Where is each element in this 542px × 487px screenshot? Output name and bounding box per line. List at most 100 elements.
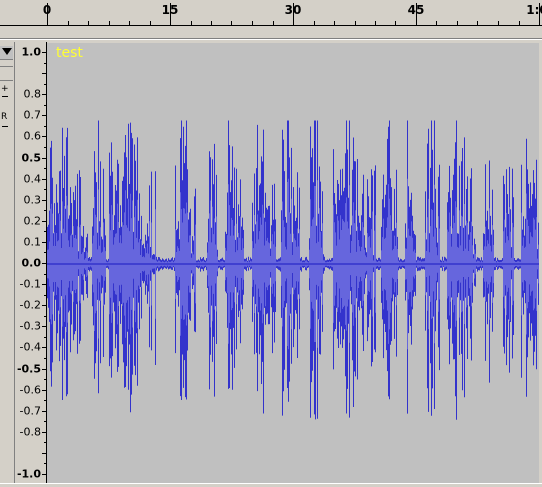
amplitude-tick [42,263,46,264]
amplitude-label: 0.7 [23,108,42,122]
ruler-tick [150,21,151,25]
ruler-tick [273,21,274,25]
ruler-tick [88,21,89,25]
amplitude-tick [42,179,46,180]
amplitude-tick [42,453,46,454]
amplitude-label: -1.0 [16,467,41,481]
ruler-label-30: 30 [284,3,302,17]
ruler-tick [211,21,212,25]
amplitude-label: 0.3 [23,193,42,207]
amplitude-tick [42,390,46,391]
amplitude-tick [42,474,46,475]
amplitude-tick [42,347,46,348]
amplitude-tick [44,421,46,422]
amplitude-tick [42,411,46,412]
amplitude-tick [44,274,46,275]
ruler-tick [436,21,437,25]
amplitude-tick [42,52,46,53]
ruler-label-60: 1:0 [526,3,542,17]
amplitude-tick [44,358,46,359]
ruler-tick [395,21,396,25]
amplitude-tick [42,326,46,327]
ruler-tick [457,21,458,25]
pan-slider-mark[interactable]: R [1,112,7,122]
amplitude-label: 1.0 [21,45,42,59]
ruler-tick [477,21,478,25]
amplitude-tick [44,379,46,380]
ruler-tick [68,21,69,25]
amplitude-label: -0.7 [19,404,41,418]
amplitude-label: -0.5 [16,362,41,375]
amplitude-tick [42,369,46,370]
track-control-panel: + R [0,42,15,484]
timeline-ruler[interactable]: 0 15 30 45 1:0 [0,0,542,30]
waveform [47,120,542,420]
amplitude-tick [42,73,46,74]
amplitude-label: 0.8 [23,87,42,101]
amplitude-tick [44,400,46,401]
ruler-tick [355,21,356,25]
control-divider [0,80,13,81]
amplitude-tick [44,63,46,64]
amplitude-tick [42,221,46,222]
amplitude-label: 0.4 [23,172,42,186]
ruler-separator-highlight [0,39,542,40]
amplitude-label: 0.2 [23,214,42,228]
amplitude-label: -0.3 [19,319,41,333]
amplitude-label: 0.5 [21,151,42,164]
amplitude-label: 0.6 [23,129,42,143]
amplitude-tick [42,284,46,285]
amplitude-label: -0.1 [19,277,41,291]
amplitude-tick [44,442,46,443]
ruler-label-45: 45 [407,3,425,17]
amplitude-tick [44,147,46,148]
amplitude-scale: 1.0 0.8 0.7 0.6 0.5 0.4 0.3 0.2 0.1 0.0 -0.1 -0.2 -0… [15,42,47,484]
track-name: test [56,45,83,61]
track-bottom-edge [0,483,542,487]
amplitude-tick [42,432,46,433]
ruler-tick [252,21,253,25]
amplitude-label: -0.8 [19,425,41,439]
amplitude-tick [44,463,46,464]
waveform-display[interactable]: test [47,43,542,483]
amplitude-label: -0.6 [19,383,41,397]
amplitude-tick [44,105,46,106]
ruler-tick [498,21,499,25]
amplitude-tick [44,316,46,317]
ruler-label-0: 0 [42,3,52,17]
ruler-tick [314,21,315,25]
dropdown-arrow-icon[interactable] [0,46,13,60]
amplitude-label: 0.1 [23,235,42,249]
ruler-label-15: 15 [161,3,179,17]
amplitude-label: 0.0 [21,256,42,270]
amplitude-tick [44,252,46,253]
amplitude-tick [42,158,46,159]
amplitude-tick [44,126,46,127]
amplitude-tick [42,200,46,201]
ruler-tick [519,21,520,25]
ruler-tick [191,21,192,25]
control-divider [0,66,13,67]
amplitude-tick [44,84,46,85]
gain-slider-mark[interactable]: + [1,84,9,94]
ruler-tick [109,21,110,25]
amplitude-label: -0.4 [19,340,41,354]
amplitude-tick [44,295,46,296]
amplitude-tick [42,115,46,116]
amplitude-tick [44,168,46,169]
ruler-tick [334,21,335,25]
amplitude-tick [44,337,46,338]
ruler-tick [129,21,130,25]
gain-slider[interactable] [2,96,8,97]
ruler-tick [231,21,232,25]
amplitude-tick [44,231,46,232]
ruler-tick [375,21,376,25]
amplitude-tick [44,210,46,211]
ruler-baseline [0,25,542,26]
pan-slider[interactable] [2,126,8,127]
amplitude-tick [42,242,46,243]
amplitude-tick [44,189,46,190]
amplitude-label: -0.2 [19,298,41,312]
amplitude-tick [42,305,46,306]
amplitude-tick [42,94,46,95]
